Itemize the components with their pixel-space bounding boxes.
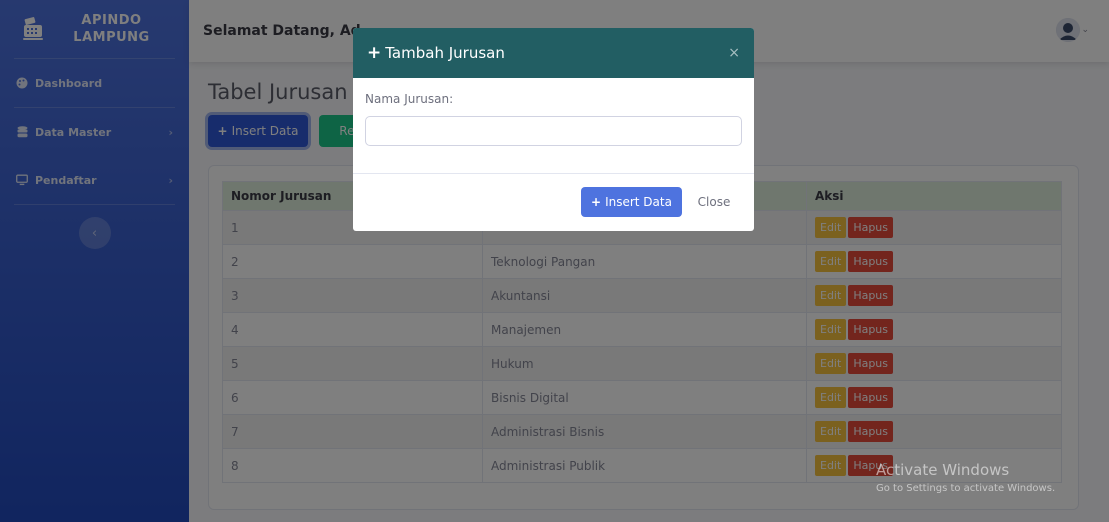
plus-icon: +: [591, 195, 602, 209]
nama-jurusan-label: Nama Jurusan:: [365, 92, 454, 106]
modal-insert-button[interactable]: + Insert Data: [581, 187, 682, 217]
modal-close-button[interactable]: Close: [689, 187, 739, 217]
add-jurusan-modal: + Tambah Jurusan × Nama Jurusan: + Inser…: [353, 28, 754, 231]
watermark-line-2: Go to Settings to activate Windows.: [876, 483, 1056, 494]
modal-body: Nama Jurusan:: [353, 78, 754, 174]
nama-jurusan-input[interactable]: [365, 116, 742, 146]
modal-insert-label: Insert Data: [605, 195, 672, 209]
modal-header: + Tambah Jurusan ×: [353, 28, 754, 78]
modal-title: Tambah Jurusan: [385, 44, 505, 62]
windows-activation-watermark: Activate Windows Go to Settings to activ…: [876, 461, 1055, 494]
watermark-line-1: Activate Windows: [876, 461, 1010, 479]
plus-icon: +: [367, 43, 382, 63]
modal-footer: + Insert Data Close: [353, 174, 754, 231]
close-icon[interactable]: ×: [728, 45, 740, 61]
